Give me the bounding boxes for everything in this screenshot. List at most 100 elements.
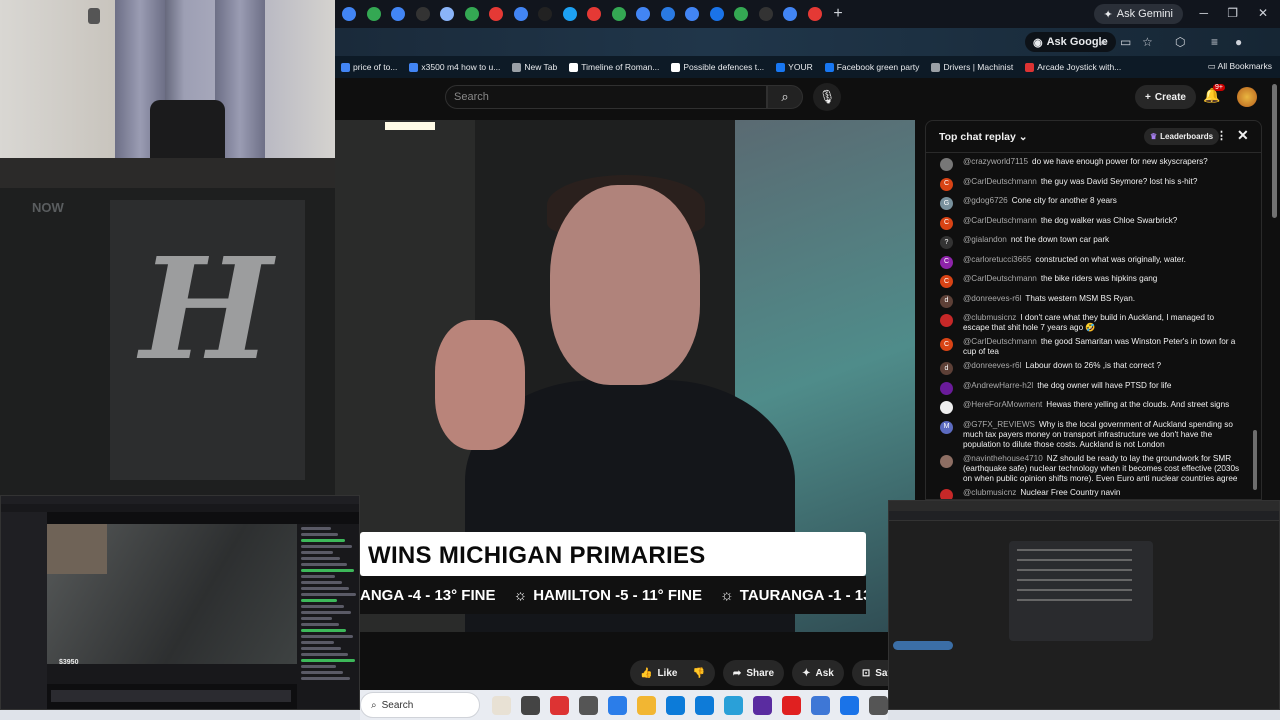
browser-tab[interactable] [729, 0, 754, 28]
browser-tab[interactable] [558, 0, 583, 28]
browser-tab[interactable] [705, 0, 730, 28]
taskbar-app-icon[interactable] [724, 695, 743, 715]
chat-author[interactable]: @CarlDeutschmann [963, 337, 1037, 346]
settings-nav-item[interactable] [893, 662, 953, 671]
browser-tab[interactable] [631, 0, 656, 28]
chat-avatar[interactable] [940, 454, 953, 468]
search-button[interactable]: ⌕ [767, 85, 803, 109]
chat-avatar[interactable]: G [940, 197, 953, 210]
settings-nav-item[interactable] [893, 555, 953, 564]
browser-tab[interactable] [607, 0, 632, 28]
bookmark-item[interactable]: Timeline of Roman... [563, 62, 665, 72]
chat-scrollbar[interactable] [1253, 155, 1257, 495]
account-avatar[interactable] [1237, 87, 1257, 107]
settings-nav-item[interactable] [893, 640, 953, 650]
chat-author[interactable]: @CarlDeutschmann [963, 216, 1037, 225]
chat-avatar[interactable] [940, 488, 953, 499]
browser-tab[interactable] [680, 0, 705, 28]
bookmark-item[interactable]: New Tab [506, 62, 563, 72]
chat-avatar[interactable]: C [940, 177, 953, 191]
chat-avatar[interactable]: d [940, 294, 953, 308]
zoom-icon[interactable]: ⌕ [1100, 35, 1107, 50]
more-options-icon[interactable]: ⋮ [1216, 129, 1227, 142]
taskbar-app-icon[interactable] [492, 695, 511, 715]
settings-nav-item[interactable] [893, 598, 953, 607]
search-input[interactable]: Search [445, 85, 767, 109]
taskbar-app-icon[interactable] [608, 695, 627, 715]
taskbar-app-icon[interactable] [550, 695, 569, 715]
browser-tab[interactable] [435, 0, 460, 28]
dislike-icon[interactable]: 👎 [692, 668, 704, 679]
ask-gemini-button[interactable]: ✦ Ask Gemini [1093, 4, 1183, 24]
cast-icon[interactable]: ▭ [1120, 35, 1131, 49]
taskbar-search[interactable]: ⌕ Search [360, 692, 480, 718]
chat-avatar[interactable] [940, 158, 953, 171]
chat-author[interactable]: @crazyworld7115 [963, 157, 1028, 166]
chat-author[interactable]: @gdog6726 [963, 196, 1008, 205]
page-scrollbar[interactable] [1272, 84, 1277, 218]
browser-tab[interactable] [509, 0, 534, 28]
bookmark-star-icon[interactable]: ☆ [1142, 35, 1153, 49]
new-tab-icon[interactable]: + [827, 5, 849, 23]
taskbar-app-icon[interactable] [666, 695, 685, 715]
settings-nav-item[interactable] [893, 523, 953, 532]
all-bookmarks-button[interactable]: ▭ All Bookmarks [1208, 61, 1272, 72]
taskbar-app-icon[interactable] [695, 695, 714, 715]
chat-author[interactable]: @CarlDeutschmann [963, 274, 1037, 283]
taskbar-app-icon[interactable] [840, 695, 859, 715]
bookmark-item[interactable]: Arcade Joystick with... [1019, 62, 1127, 72]
taskbar-app-icon[interactable] [579, 695, 598, 715]
chat-author[interactable]: @G7FX_REVIEWS [963, 420, 1035, 429]
settings-nav-item[interactable] [893, 619, 953, 628]
leaderboards-button[interactable]: ♛ Leaderboards [1144, 128, 1220, 145]
chat-avatar[interactable]: C [940, 216, 953, 230]
chat-mode-selector[interactable]: Top chat replay ⌄ [939, 131, 1028, 143]
tab-search-icon[interactable]: ≡ [1211, 35, 1218, 49]
chat-author[interactable]: @donreeves-r6l [963, 294, 1021, 303]
taskbar-app-icon[interactable] [637, 695, 656, 715]
chat-author[interactable]: @clubmusicnz [963, 313, 1016, 322]
minimize-icon[interactable]: ─ [1199, 6, 1208, 20]
chat-author[interactable]: @HereForAMowment [963, 400, 1042, 409]
close-window-icon[interactable]: ✕ [1258, 6, 1268, 20]
voice-search-button[interactable]: 🎙 [813, 83, 841, 111]
browser-tab[interactable] [582, 0, 607, 28]
settings-nav-item[interactable] [893, 576, 953, 585]
create-button[interactable]: + Create [1135, 85, 1196, 109]
chat-avatar[interactable]: C [940, 338, 953, 351]
settings-nav-item[interactable] [893, 683, 953, 692]
chat-author[interactable]: @gialandon [963, 235, 1007, 244]
chat-avatar[interactable]: C [940, 275, 953, 288]
bookmark-item[interactable]: Drivers | Machinist [925, 62, 1019, 72]
bookmark-item[interactable]: price of to... [335, 62, 403, 72]
share-button[interactable]: ➦ Share [722, 660, 785, 686]
settings-nav-item[interactable] [893, 609, 953, 618]
browser-tab[interactable] [411, 0, 436, 28]
extensions-icon[interactable]: ⬡ [1175, 35, 1185, 49]
settings-nav-item[interactable] [893, 566, 953, 575]
chat-author[interactable]: @navinthehouse4710 [963, 454, 1043, 463]
browser-tab[interactable] [362, 0, 387, 28]
browser-tab[interactable] [337, 0, 362, 28]
settings-nav-item[interactable] [893, 544, 953, 553]
bookmark-item[interactable]: YOUR [770, 62, 819, 72]
taskbar-app-icon[interactable] [521, 695, 540, 715]
browser-tab[interactable] [460, 0, 485, 28]
settings-nav-item[interactable] [893, 534, 953, 543]
chat-avatar[interactable]: d [940, 362, 953, 375]
browser-tab[interactable] [803, 0, 828, 28]
chat-author[interactable]: @AndrewHarre-h2l [963, 381, 1033, 390]
chat-avatar[interactable] [940, 381, 953, 395]
chat-avatar[interactable]: M [940, 420, 953, 434]
bookmark-item[interactable]: x3500 m4 how to u... [403, 62, 506, 72]
chat-author[interactable]: @carloretucci3665 [963, 255, 1031, 264]
chat-avatar[interactable] [940, 314, 953, 327]
taskbar-app-icon[interactable] [753, 695, 772, 715]
browser-tab[interactable] [386, 0, 411, 28]
ask-button[interactable]: ✦ Ask [792, 660, 844, 686]
settings-nav-item[interactable] [893, 630, 953, 639]
like-button[interactable]: 👍 Like 👎 [630, 660, 715, 686]
browser-tab[interactable] [778, 0, 803, 28]
bookmark-item[interactable]: Facebook green party [819, 62, 926, 72]
chat-author[interactable]: @CarlDeutschmann [963, 177, 1037, 186]
